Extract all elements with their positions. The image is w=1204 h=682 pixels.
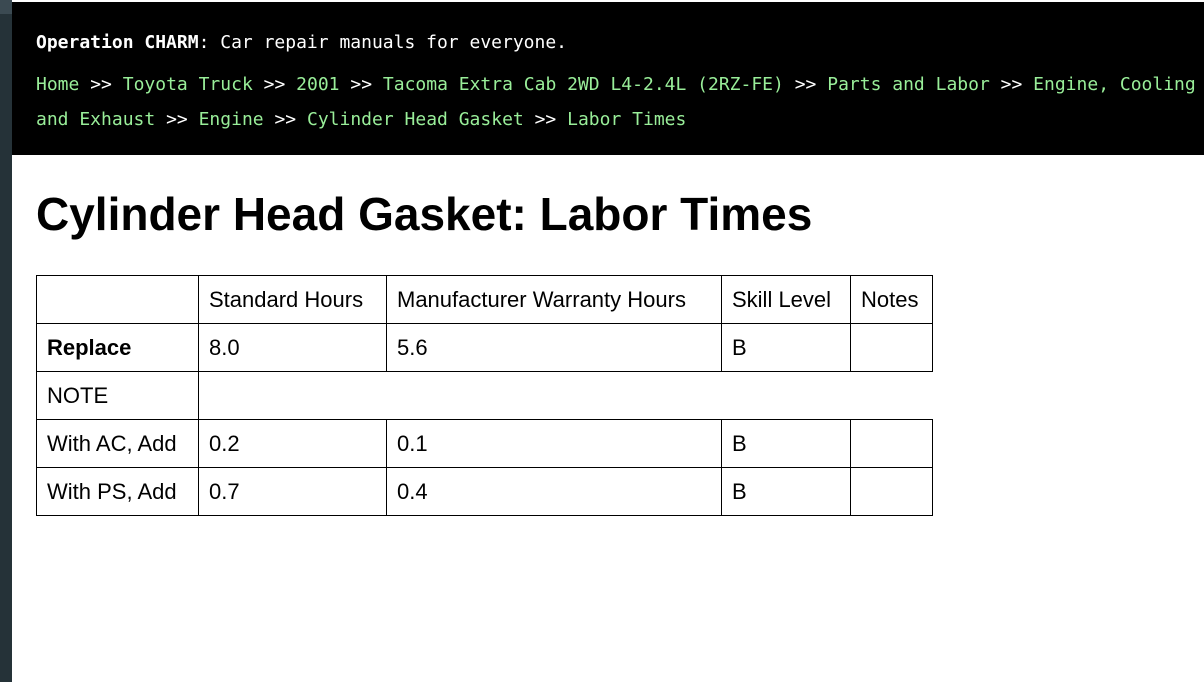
tagline-text: : Car repair manuals for everyone.: [198, 32, 568, 53]
skill-level-cell: B: [721, 467, 851, 516]
column-header-warranty-hours: Manufacturer Warranty Hours: [386, 275, 722, 324]
standard-hours-cell: 0.2: [198, 419, 387, 468]
breadcrumb-separator: >>: [263, 74, 286, 95]
column-header-skill-level: Skill Level: [721, 275, 851, 324]
row-label: Replace: [36, 323, 199, 372]
breadcrumb-separator: >>: [1000, 74, 1023, 95]
labor-times-table: Standard Hours Manufacturer Warranty Hou…: [36, 275, 933, 516]
site-brand: Operation CHARM: [36, 32, 199, 53]
row-label: With PS, Add: [36, 467, 199, 516]
breadcrumb-engine[interactable]: Engine: [199, 109, 264, 130]
page: Operation CHARM: Car repair manuals for …: [12, 0, 1204, 682]
skill-level-cell: B: [721, 323, 851, 372]
window-left-edge: [0, 0, 12, 682]
breadcrumb: Home >> Toyota Truck >> 2001 >> Tacoma E…: [36, 67, 1204, 137]
row-label: With AC, Add: [36, 419, 199, 468]
notes-cell: [850, 419, 933, 468]
note-content: [198, 371, 933, 420]
table-row: Replace 8.0 5.6 B: [36, 323, 933, 372]
breadcrumb-parts-labor[interactable]: Parts and Labor: [827, 74, 990, 95]
standard-hours-cell: 0.7: [198, 467, 387, 516]
breadcrumb-separator: >>: [794, 74, 817, 95]
breadcrumb-separator: >>: [534, 109, 557, 130]
breadcrumb-model[interactable]: Tacoma Extra Cab 2WD L4-2.4L (2RZ-FE): [383, 74, 784, 95]
breadcrumb-separator: >>: [350, 74, 373, 95]
warranty-hours-cell: 5.6: [386, 323, 722, 372]
notes-cell: [850, 323, 933, 372]
column-header-notes: Notes: [850, 275, 933, 324]
warranty-hours-cell: 0.4: [386, 467, 722, 516]
skill-level-cell: B: [721, 419, 851, 468]
column-header-standard-hours: Standard Hours: [198, 275, 387, 324]
notes-cell: [850, 467, 933, 516]
breadcrumb-separator: >>: [90, 74, 112, 95]
table-row: With AC, Add 0.2 0.1 B: [36, 419, 933, 468]
breadcrumb-year[interactable]: 2001: [296, 74, 339, 95]
note-row: NOTE: [36, 371, 933, 420]
breadcrumb-separator: >>: [274, 109, 297, 130]
column-header-blank: [36, 275, 199, 324]
standard-hours-cell: 8.0: [198, 323, 387, 372]
site-header: Operation CHARM: Car repair manuals for …: [12, 2, 1204, 155]
breadcrumb-labor-times[interactable]: Labor Times: [567, 109, 686, 130]
breadcrumb-make[interactable]: Toyota Truck: [123, 74, 253, 95]
page-title: Cylinder Head Gasket: Labor Times: [36, 188, 813, 240]
table-row: With PS, Add 0.7 0.4 B: [36, 467, 933, 516]
breadcrumb-component[interactable]: Cylinder Head Gasket: [307, 109, 524, 130]
table-header-row: Standard Hours Manufacturer Warranty Hou…: [36, 275, 933, 324]
scrollbar-nub: [0, 0, 12, 14]
breadcrumb-separator: >>: [166, 109, 188, 130]
warranty-hours-cell: 0.1: [386, 419, 722, 468]
site-tagline: Operation CHARM: Car repair manuals for …: [36, 32, 567, 53]
breadcrumb-home[interactable]: Home: [36, 74, 79, 95]
note-label: NOTE: [36, 371, 199, 420]
